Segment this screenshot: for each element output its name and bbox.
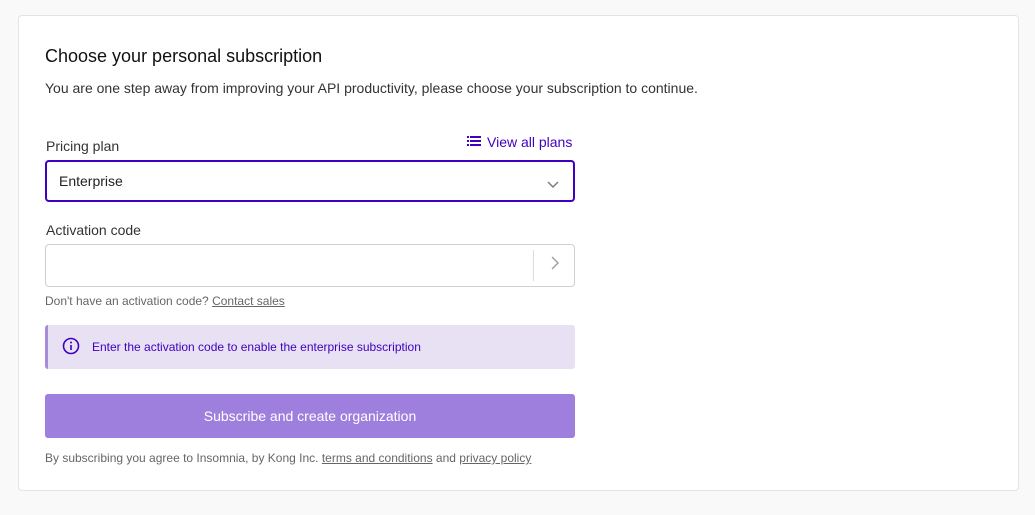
terms-prefix: By subscribing you agree to Insomnia, by… bbox=[45, 451, 319, 465]
info-callout: Enter the activation code to enable the … bbox=[45, 325, 575, 369]
privacy-link[interactable]: privacy policy bbox=[459, 451, 531, 465]
activation-code-input[interactable] bbox=[46, 245, 532, 286]
chevron-right-icon bbox=[551, 256, 559, 275]
terms-link[interactable]: terms and conditions bbox=[322, 451, 433, 465]
info-message: Enter the activation code to enable the … bbox=[92, 340, 421, 354]
terms-notice: By subscribing you agree to Insomnia, by… bbox=[45, 451, 531, 465]
page-title: Choose your personal subscription bbox=[45, 46, 323, 66]
info-icon bbox=[62, 337, 80, 358]
pricing-plan-select[interactable]: Enterprise bbox=[45, 160, 575, 202]
activation-code-field bbox=[45, 244, 575, 287]
subscribe-button[interactable]: Subscribe and create organization bbox=[45, 394, 575, 438]
activation-help: Don't have an activation code? Contact s… bbox=[45, 294, 285, 308]
terms-and: and bbox=[435, 451, 456, 465]
activation-help-text: Don't have an activation code? bbox=[45, 294, 209, 308]
submit-code-button[interactable] bbox=[534, 245, 575, 286]
list-icon bbox=[467, 134, 481, 150]
page-subtitle: You are one step away from improving you… bbox=[45, 80, 698, 96]
pricing-plan-selected: Enterprise bbox=[59, 173, 123, 189]
view-all-plans-link[interactable]: View all plans bbox=[467, 134, 572, 150]
subscription-card: Choose your personal subscription You ar… bbox=[18, 15, 1019, 491]
view-all-plans-label: View all plans bbox=[487, 134, 573, 150]
contact-sales-link[interactable]: Contact sales bbox=[212, 294, 285, 308]
pricing-plan-label: Pricing plan bbox=[46, 138, 120, 154]
chevron-down-icon bbox=[547, 176, 559, 192]
activation-code-label: Activation code bbox=[46, 222, 141, 238]
